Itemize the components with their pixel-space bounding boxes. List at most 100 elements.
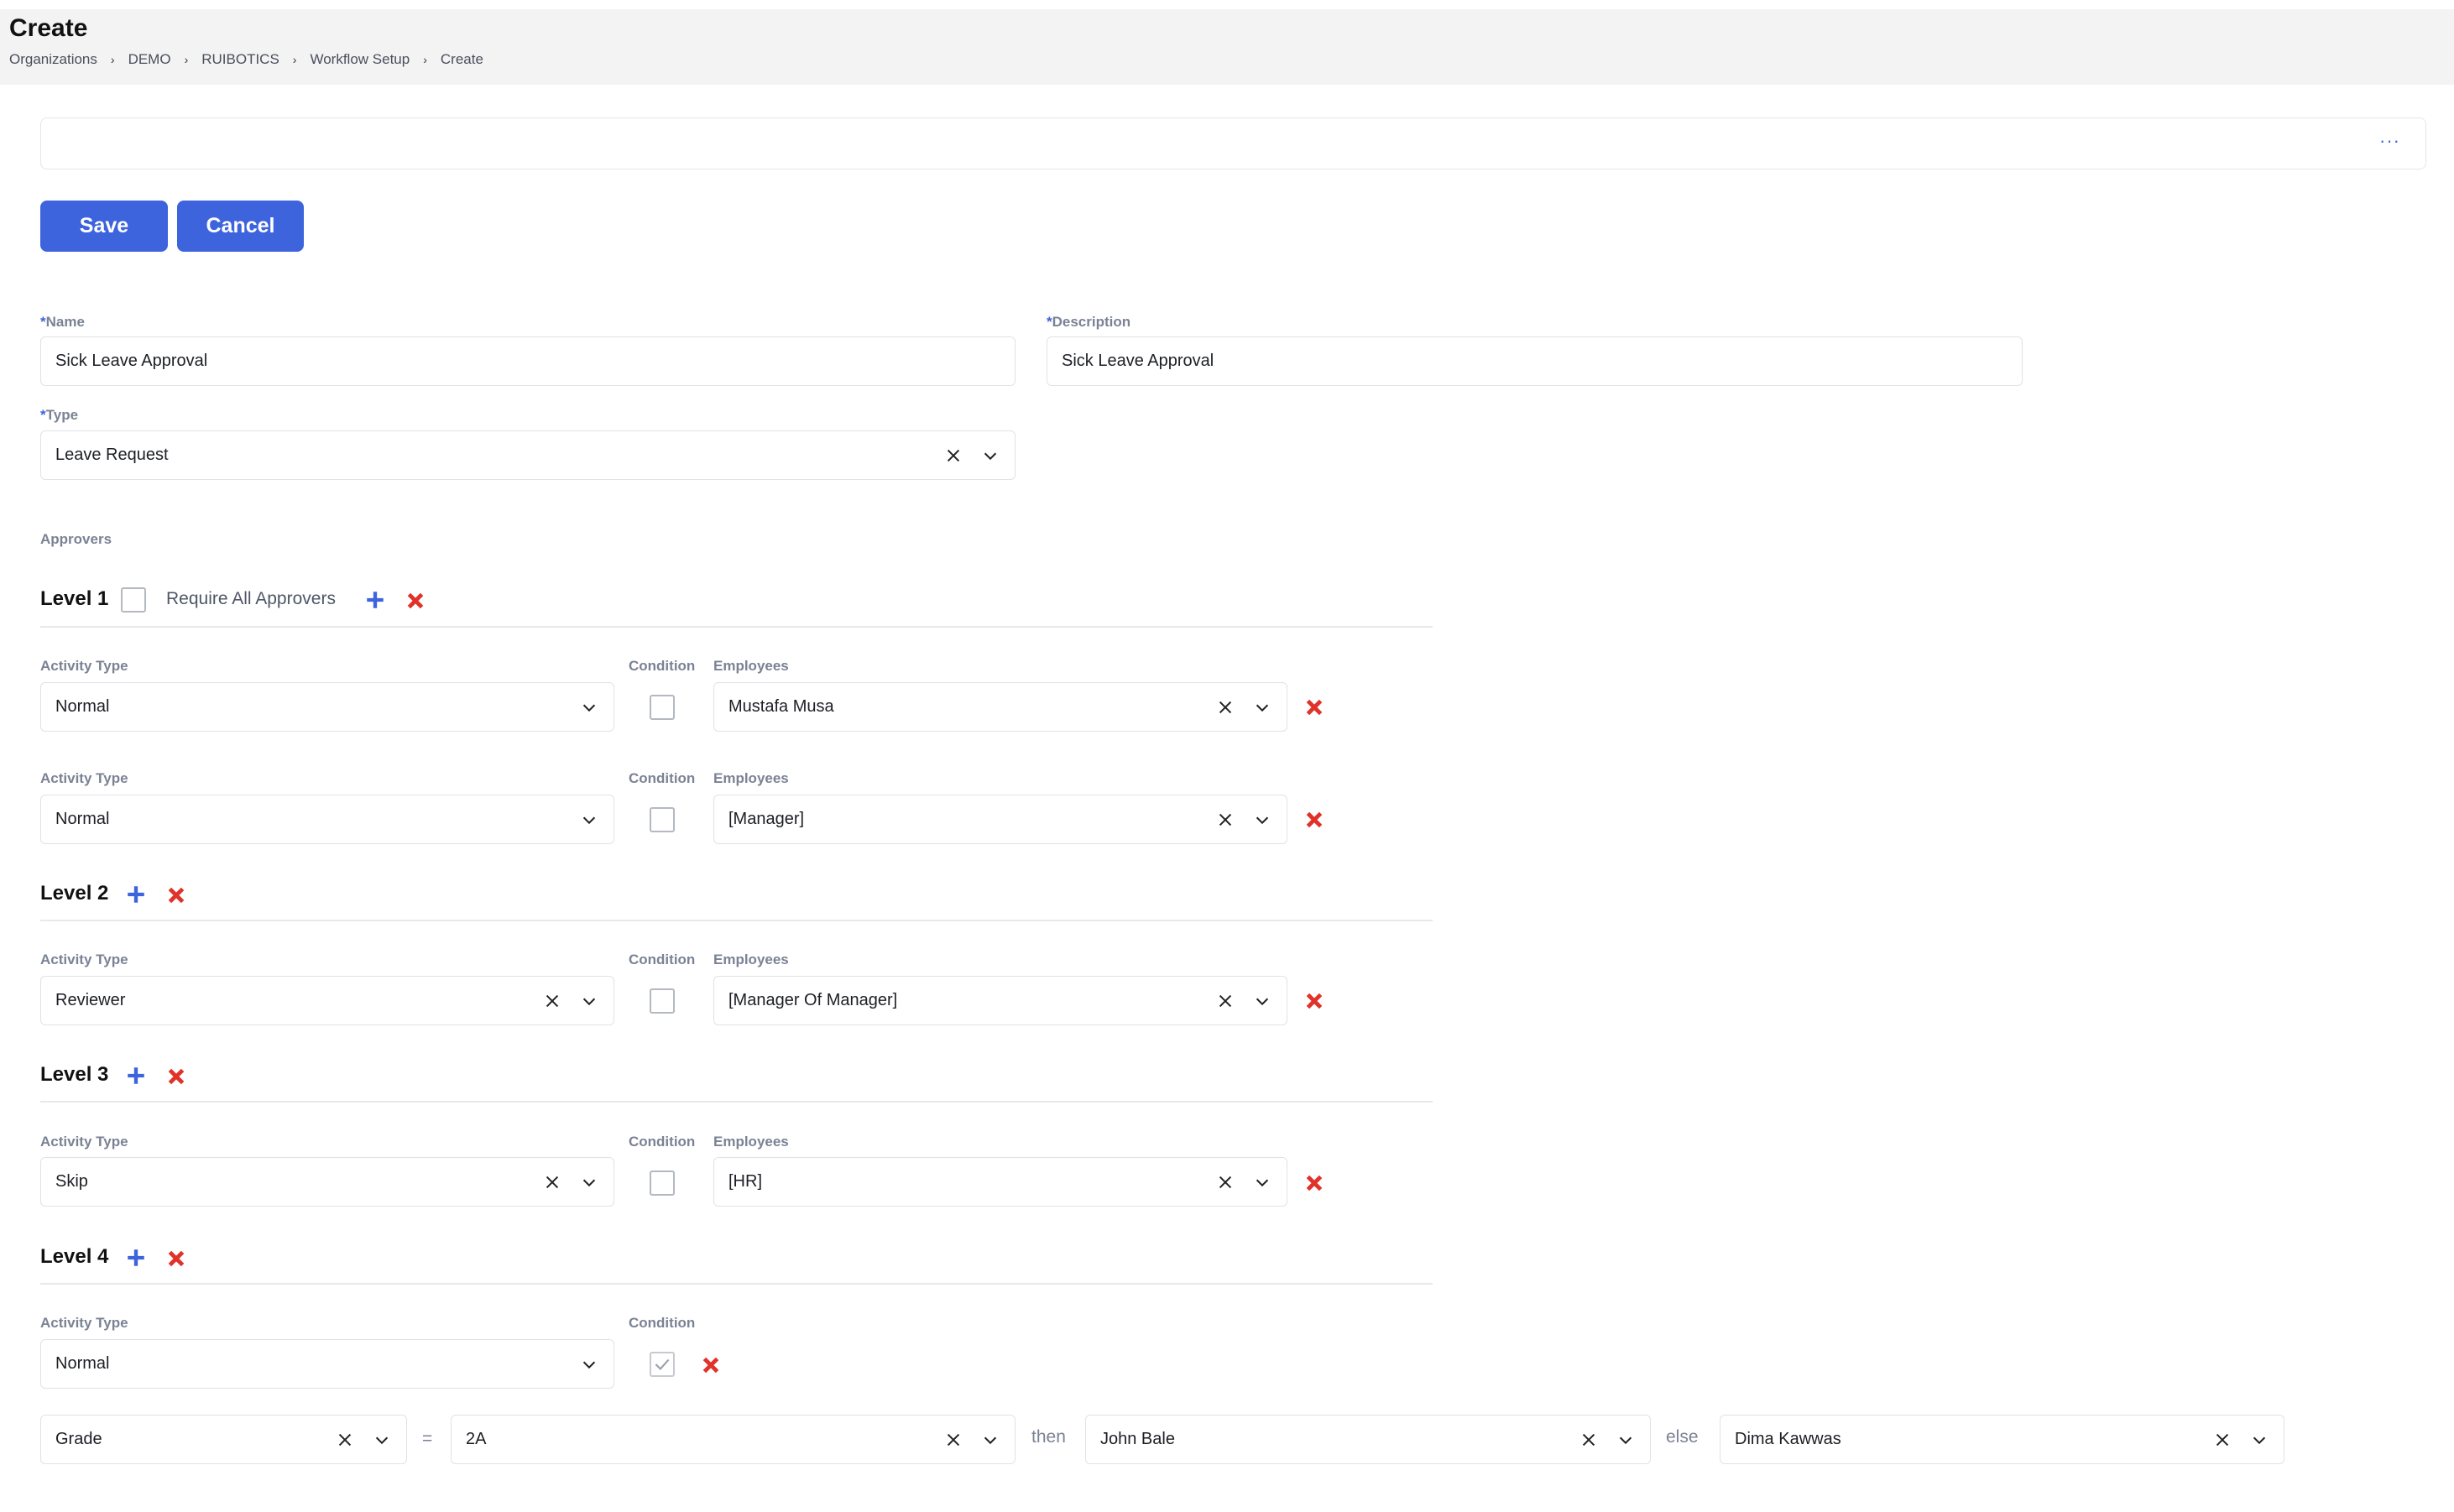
activity-type-select[interactable]: Normal	[40, 682, 614, 732]
condition-checkbox[interactable]	[650, 695, 675, 720]
chevron-down-icon[interactable]	[981, 1431, 1000, 1449]
chevron-down-icon[interactable]	[981, 446, 1000, 465]
add-approver-icon[interactable]	[364, 589, 386, 611]
breadcrumb-create: Create	[440, 51, 483, 67]
clear-icon[interactable]	[1216, 698, 1235, 717]
add-approver-icon[interactable]	[125, 884, 147, 905]
activity-type-label: Activity Type	[40, 658, 128, 674]
condition-checkbox[interactable]	[650, 807, 675, 832]
condition-value-select[interactable]: 2A	[451, 1415, 1016, 1464]
chevron-down-icon[interactable]	[580, 698, 598, 717]
delete-row-icon[interactable]	[1303, 809, 1325, 831]
chevron-down-icon[interactable]	[580, 992, 598, 1010]
cancel-button[interactable]: Cancel	[177, 201, 304, 252]
delete-level-icon[interactable]	[165, 1066, 187, 1087]
name-field[interactable]: Sick Leave Approval	[40, 336, 1016, 386]
add-approver-icon[interactable]	[125, 1247, 147, 1269]
activity-type-label: Activity Type	[40, 770, 128, 786]
activity-type-value: Normal	[55, 810, 110, 828]
then-employee-value: John Bale	[1100, 1430, 1175, 1448]
condition-label: Condition	[629, 1315, 696, 1331]
employees-select[interactable]: [HR]	[713, 1157, 1287, 1207]
activity-type-label: Activity Type	[40, 952, 128, 967]
more-options-icon[interactable]: ···	[2379, 130, 2400, 152]
chevron-down-icon[interactable]	[2250, 1431, 2269, 1449]
chevron-down-icon[interactable]	[580, 811, 598, 829]
else-employee-select[interactable]: Dima Kawwas	[1720, 1415, 2284, 1464]
check-icon	[655, 1358, 670, 1370]
chevron-down-icon[interactable]	[1253, 992, 1271, 1010]
delete-level-icon[interactable]	[165, 884, 187, 906]
action-toolbar: ···	[40, 117, 2426, 169]
condition-operator: =	[422, 1429, 433, 1448]
description-value: Sick Leave Approval	[1062, 352, 1214, 370]
activity-type-select[interactable]: Reviewer	[40, 976, 614, 1025]
clear-icon[interactable]	[1216, 811, 1235, 829]
breadcrumb-workflow-setup[interactable]: Workflow Setup	[310, 51, 410, 68]
clear-icon[interactable]	[1216, 1173, 1235, 1191]
chevron-down-icon[interactable]	[580, 1355, 598, 1374]
chevron-right-icon: ›	[292, 53, 297, 66]
clear-icon[interactable]	[944, 1431, 963, 1449]
employees-label: Employees	[713, 1134, 789, 1150]
chevron-down-icon[interactable]	[373, 1431, 391, 1449]
clear-icon[interactable]	[1579, 1431, 1598, 1449]
delete-condition-icon[interactable]	[700, 1354, 722, 1376]
delete-level-icon[interactable]	[405, 590, 426, 612]
add-approver-icon[interactable]	[125, 1065, 147, 1087]
activity-type-value: Normal	[55, 697, 110, 716]
description-field[interactable]: Sick Leave Approval	[1047, 336, 2023, 386]
employees-label: Employees	[713, 770, 789, 786]
level-1-title: Level 1	[40, 587, 109, 610]
chevron-right-icon: ›	[110, 53, 115, 66]
employees-select[interactable]: Mustafa Musa	[713, 682, 1287, 732]
delete-row-icon[interactable]	[1303, 990, 1325, 1012]
clear-icon[interactable]	[543, 992, 561, 1010]
chevron-down-icon[interactable]	[1616, 1431, 1635, 1449]
chevron-down-icon[interactable]	[1253, 698, 1271, 717]
employees-label: Employees	[713, 952, 789, 967]
activity-type-select[interactable]: Normal	[40, 795, 614, 844]
chevron-down-icon[interactable]	[1253, 811, 1271, 829]
chevron-right-icon: ›	[423, 53, 427, 66]
activity-type-select[interactable]: Normal	[40, 1339, 614, 1389]
employees-select[interactable]: [Manager]	[713, 795, 1287, 844]
activity-type-select[interactable]: Skip	[40, 1157, 614, 1207]
breadcrumb-ruibotics[interactable]: RUIBOTICS	[201, 51, 279, 68]
then-employee-select[interactable]: John Bale	[1085, 1415, 1651, 1464]
condition-checkbox[interactable]	[650, 1170, 675, 1196]
activity-type-value: Skip	[55, 1172, 88, 1191]
require-all-approvers-checkbox[interactable]	[121, 587, 146, 613]
clear-icon[interactable]	[944, 446, 963, 465]
save-button[interactable]: Save	[40, 201, 168, 252]
type-value: Leave Request	[55, 446, 169, 464]
condition-checkbox[interactable]	[650, 1352, 675, 1377]
chevron-down-icon[interactable]	[1253, 1173, 1271, 1191]
delete-row-icon[interactable]	[1303, 696, 1325, 718]
condition-label: Condition	[629, 952, 696, 967]
delete-row-icon[interactable]	[1303, 1172, 1325, 1194]
delete-level-icon[interactable]	[165, 1248, 187, 1270]
clear-icon[interactable]	[336, 1431, 354, 1449]
breadcrumb-demo[interactable]: DEMO	[128, 51, 171, 68]
level-2-title: Level 2	[40, 882, 109, 905]
type-select[interactable]: Leave Request	[40, 430, 1016, 480]
condition-field-value: Grade	[55, 1430, 102, 1448]
clear-icon[interactable]	[1216, 992, 1235, 1010]
then-label: then	[1031, 1427, 1066, 1447]
require-all-approvers-label: Require All Approvers	[166, 589, 336, 608]
condition-field-select[interactable]: Grade	[40, 1415, 407, 1464]
breadcrumb: Organizations › DEMO › RUIBOTICS › Workf…	[9, 51, 483, 68]
clear-icon[interactable]	[2213, 1431, 2232, 1449]
condition-checkbox[interactable]	[650, 988, 675, 1014]
level-divider	[40, 1101, 1433, 1103]
employees-select[interactable]: [Manager Of Manager]	[713, 976, 1287, 1025]
name-value: Sick Leave Approval	[55, 352, 208, 370]
condition-label: Condition	[629, 770, 696, 786]
name-label: *Name	[40, 314, 85, 330]
chevron-down-icon[interactable]	[580, 1173, 598, 1191]
breadcrumb-organizations[interactable]: Organizations	[9, 51, 97, 68]
level-4-title: Level 4	[40, 1245, 109, 1268]
clear-icon[interactable]	[543, 1173, 561, 1191]
employees-value: Mustafa Musa	[728, 697, 834, 716]
